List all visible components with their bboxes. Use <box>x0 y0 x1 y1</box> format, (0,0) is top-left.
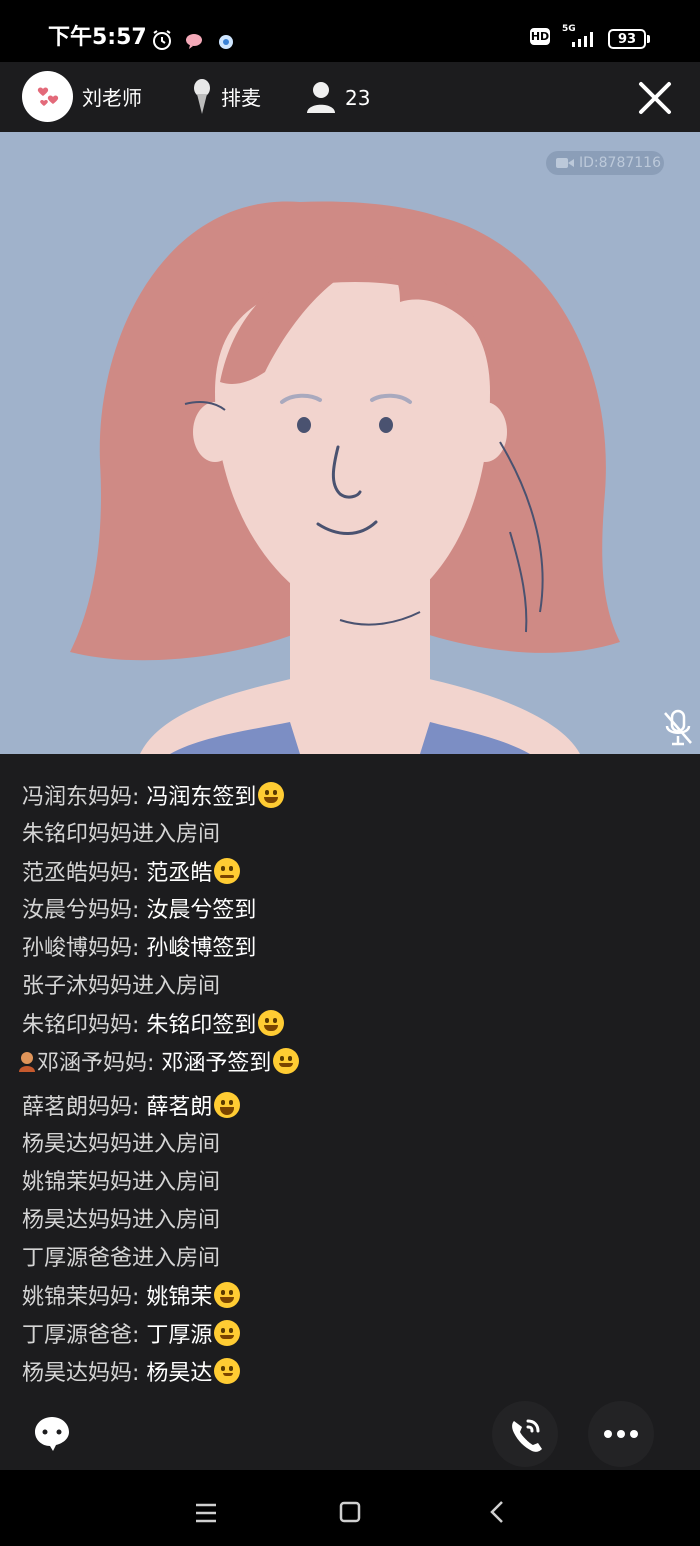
alarm-icon <box>150 26 174 54</box>
microphone-icon[interactable] <box>192 78 212 116</box>
grin-emoji <box>214 1282 241 1308</box>
chat-message: 薛茗朗妈妈: 薛茗朗 <box>22 1092 241 1123</box>
chat-message: 孙峻博妈妈: 孙峻博签到 <box>22 936 257 961</box>
chat-message: 姚锦茉妈妈进入房间 <box>22 1170 221 1195</box>
smile-emoji <box>273 1048 300 1074</box>
grin-emoji <box>258 1010 285 1036</box>
app-notification-icon <box>216 28 236 56</box>
chat-panel: 冯润东妈妈: 冯润东签到 朱铭印妈妈进入房间 范丞皓妈妈: 范丞皓 汝晨兮妈妈:… <box>0 754 700 1470</box>
chat-bubble-icon[interactable] <box>33 1414 71 1452</box>
room-id-badge: ID:8787116 <box>546 151 664 175</box>
thinking-emoji <box>214 858 241 884</box>
menu-icon[interactable] <box>194 1502 218 1524</box>
chat-message: 朱铭印妈妈进入房间 <box>22 822 221 847</box>
teacher-avatar-illustration <box>0 132 700 754</box>
back-icon[interactable] <box>488 1500 506 1524</box>
signal-icon: 5G <box>562 24 598 50</box>
chat-message: 冯润东妈妈: 冯润东签到 <box>22 782 285 813</box>
chat-message: 邓涵予妈妈: 邓涵予签到 <box>18 1048 300 1079</box>
grin-emoji <box>258 782 285 808</box>
chat-message: 杨昊达妈妈进入房间 <box>22 1208 221 1233</box>
close-icon[interactable] <box>634 77 676 119</box>
teacher-name: 刘老师 <box>82 86 142 110</box>
status-time: 下午5:57 <box>48 25 147 50</box>
battery-indicator: 93 <box>608 29 646 49</box>
viewer-count: 23 <box>345 86 371 110</box>
hd-indicator: HD <box>530 28 550 45</box>
more-dots-icon <box>604 1430 638 1438</box>
message-notification-icon <box>183 27 205 55</box>
chat-message: 姚锦茉妈妈: 姚锦茉 <box>22 1282 241 1313</box>
mic-muted-icon[interactable] <box>662 709 694 747</box>
chat-message: 杨昊达妈妈: 杨昊达 <box>22 1358 241 1389</box>
video-area <box>0 132 700 754</box>
person-badge-icon <box>19 1052 35 1072</box>
chat-message: 张子沐妈妈进入房间 <box>22 974 221 999</box>
chat-message: 范丞皓妈妈: 范丞皓 <box>22 858 241 889</box>
teacher-avatar[interactable] <box>22 71 73 122</box>
home-icon[interactable] <box>339 1501 361 1523</box>
phone-icon <box>512 1419 542 1452</box>
hearts-icon <box>37 87 58 106</box>
smirk-emoji <box>214 1358 241 1384</box>
person-icon <box>307 82 335 113</box>
hug-emoji <box>214 1320 241 1346</box>
room-id-text: ID:8787116 <box>579 155 661 171</box>
laugh-emoji <box>214 1092 241 1118</box>
battery-tip <box>647 35 650 43</box>
chat-message: 杨昊达妈妈进入房间 <box>22 1132 221 1157</box>
chat-message: 丁厚源爸爸: 丁厚源 <box>22 1320 241 1351</box>
camera-icon <box>556 158 574 168</box>
more-options-button[interactable] <box>588 1401 654 1467</box>
chat-message: 汝晨兮妈妈: 汝晨兮签到 <box>22 898 257 923</box>
call-button[interactable] <box>492 1401 558 1467</box>
chat-message: 朱铭印妈妈: 朱铭印签到 <box>22 1010 285 1041</box>
queue-mic-button[interactable]: 排麦 <box>221 84 261 112</box>
chat-message: 丁厚源爸爸进入房间 <box>22 1246 221 1271</box>
